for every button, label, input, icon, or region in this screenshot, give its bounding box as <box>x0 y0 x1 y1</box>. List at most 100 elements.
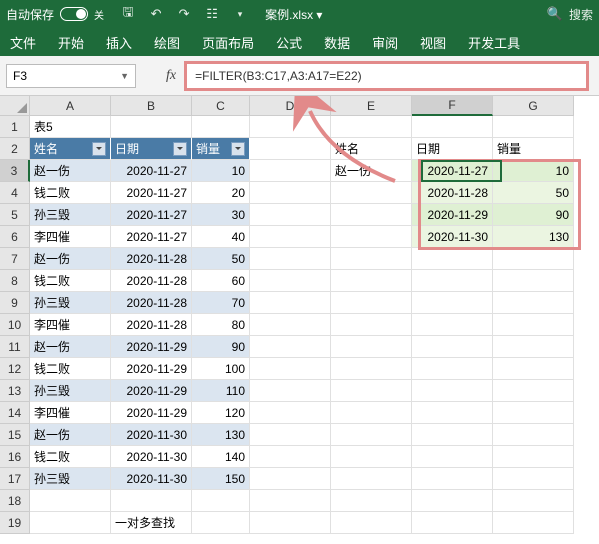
col-header[interactable]: G <box>493 96 574 116</box>
table-cell[interactable]: 120 <box>192 402 250 424</box>
col-header[interactable]: C <box>192 96 250 116</box>
cell[interactable] <box>412 116 493 138</box>
cell[interactable] <box>412 358 493 380</box>
table-cell[interactable]: 孙三毁 <box>30 468 111 490</box>
cell[interactable] <box>331 468 412 490</box>
table-cell[interactable]: 李四催 <box>30 314 111 336</box>
table-cell[interactable]: 40 <box>192 226 250 248</box>
table-cell[interactable]: 钱二败 <box>30 270 111 292</box>
row-header[interactable]: 17 <box>0 468 30 490</box>
cell[interactable] <box>331 402 412 424</box>
tab-developer[interactable]: 开发工具 <box>468 33 520 52</box>
cell[interactable] <box>493 358 574 380</box>
table-cell[interactable]: 赵一伤 <box>30 424 111 446</box>
cell[interactable] <box>412 424 493 446</box>
col-header[interactable]: A <box>30 96 111 116</box>
table-cell[interactable]: 20 <box>192 182 250 204</box>
row-header[interactable]: 7 <box>0 248 30 270</box>
undo-icon[interactable]: ↶ <box>148 6 164 22</box>
cell[interactable] <box>250 270 331 292</box>
save-icon[interactable]: 🖫 <box>120 6 136 22</box>
cell[interactable] <box>111 116 192 138</box>
cell[interactable] <box>331 182 412 204</box>
table-cell[interactable]: 30 <box>192 204 250 226</box>
cell[interactable] <box>331 248 412 270</box>
row-header[interactable]: 10 <box>0 314 30 336</box>
tab-insert[interactable]: 插入 <box>106 33 132 52</box>
table-cell[interactable]: 2020-11-28 <box>111 270 192 292</box>
tab-data[interactable]: 数据 <box>324 33 350 52</box>
cell[interactable] <box>250 512 331 534</box>
result-cell[interactable]: 130 <box>493 226 574 248</box>
col-header[interactable]: B <box>111 96 192 116</box>
table-cell[interactable]: 钱二败 <box>30 446 111 468</box>
cell[interactable] <box>192 512 250 534</box>
result-cell[interactable]: 90 <box>493 204 574 226</box>
table-cell[interactable]: 李四催 <box>30 226 111 248</box>
table-cell[interactable]: 2020-11-29 <box>111 402 192 424</box>
row-header[interactable]: 6 <box>0 226 30 248</box>
cell[interactable] <box>250 490 331 512</box>
cell[interactable] <box>331 292 412 314</box>
filter-dropdown-icon[interactable] <box>231 142 245 156</box>
row-header[interactable]: 11 <box>0 336 30 358</box>
cell[interactable] <box>331 314 412 336</box>
col-header[interactable]: D <box>250 96 331 116</box>
table-cell[interactable]: 赵一伤 <box>30 160 111 182</box>
cell[interactable] <box>250 468 331 490</box>
tab-view[interactable]: 视图 <box>420 33 446 52</box>
cell[interactable] <box>250 380 331 402</box>
search-button[interactable]: 🔍 搜索 <box>547 6 593 23</box>
cell[interactable] <box>250 336 331 358</box>
table-cell[interactable]: 钱二败 <box>30 358 111 380</box>
cell[interactable] <box>331 204 412 226</box>
table-cell[interactable]: 140 <box>192 446 250 468</box>
cell[interactable] <box>111 490 192 512</box>
cell[interactable] <box>250 446 331 468</box>
cell[interactable] <box>412 402 493 424</box>
cell[interactable] <box>331 270 412 292</box>
table-cell[interactable]: 10 <box>192 160 250 182</box>
row-header[interactable]: 15 <box>0 424 30 446</box>
row-header[interactable]: 16 <box>0 446 30 468</box>
table-cell[interactable]: 60 <box>192 270 250 292</box>
cell[interactable] <box>331 512 412 534</box>
cell[interactable] <box>250 138 331 160</box>
cell[interactable] <box>331 226 412 248</box>
table-cell[interactable]: 2020-11-27 <box>111 226 192 248</box>
cell[interactable] <box>493 490 574 512</box>
tab-file[interactable]: 文件 <box>10 33 36 52</box>
row-header[interactable]: 19 <box>0 512 30 534</box>
table-cell[interactable]: 150 <box>192 468 250 490</box>
tab-review[interactable]: 审阅 <box>372 33 398 52</box>
window-title[interactable]: 案例.xlsx ▾ <box>265 6 322 23</box>
cell[interactable] <box>250 424 331 446</box>
select-all-button[interactable] <box>0 96 30 116</box>
cell[interactable] <box>412 270 493 292</box>
cell[interactable] <box>250 292 331 314</box>
redo-icon[interactable]: ↷ <box>176 6 192 22</box>
lookup-value[interactable]: 赵一伤 <box>331 160 412 182</box>
cell[interactable] <box>412 446 493 468</box>
cell[interactable] <box>331 424 412 446</box>
fx-icon[interactable]: fx <box>166 68 176 84</box>
table-cell[interactable]: 2020-11-27 <box>111 160 192 182</box>
row-header[interactable]: 18 <box>0 490 30 512</box>
cell[interactable] <box>412 490 493 512</box>
table-cell[interactable]: 赵一伤 <box>30 248 111 270</box>
table-header[interactable]: 姓名 <box>30 138 111 160</box>
table-cell[interactable]: 50 <box>192 248 250 270</box>
row-header[interactable]: 8 <box>0 270 30 292</box>
lookup-header[interactable]: 姓名 <box>331 138 412 160</box>
table-cell[interactable]: 孙三毁 <box>30 380 111 402</box>
cell[interactable] <box>412 512 493 534</box>
cell[interactable] <box>331 490 412 512</box>
cell[interactable] <box>331 380 412 402</box>
row-header[interactable]: 2 <box>0 138 30 160</box>
filter-dropdown-icon[interactable] <box>173 142 187 156</box>
cell[interactable] <box>30 490 111 512</box>
cell[interactable] <box>331 336 412 358</box>
cell[interactable] <box>250 182 331 204</box>
cell[interactable] <box>331 116 412 138</box>
cell[interactable] <box>250 160 331 182</box>
